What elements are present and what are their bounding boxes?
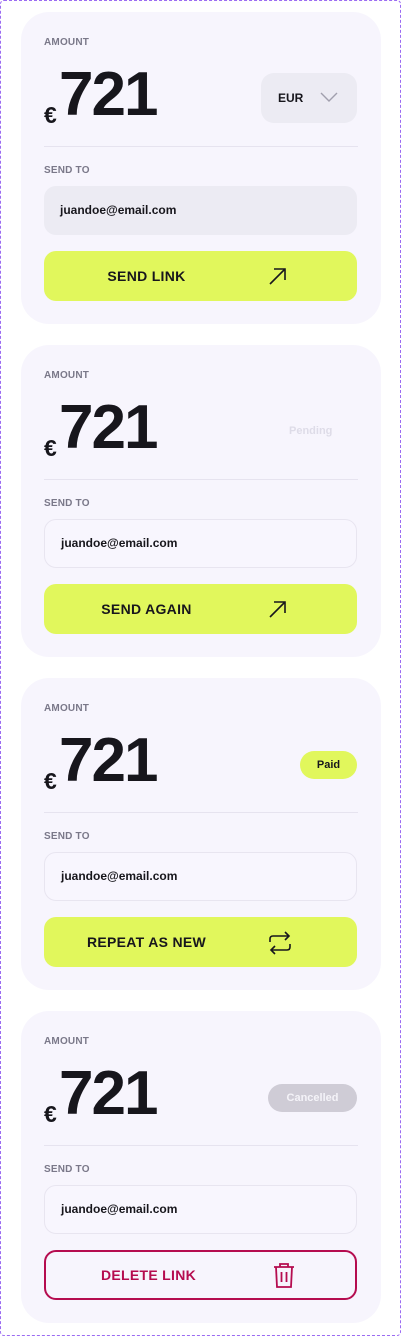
- send-again-button[interactable]: SEND AGAIN: [44, 584, 357, 634]
- payment-link-card-pending: AMOUNT € 721 Pending SEND TO juandoe@ema…: [21, 345, 381, 657]
- chevron-down-icon: [320, 92, 338, 102]
- currency-select-value: EUR: [278, 91, 304, 105]
- email-field[interactable]: juandoe@email.com: [44, 186, 357, 235]
- divider: [44, 812, 358, 813]
- send-to-label: SEND TO: [44, 1164, 90, 1175]
- send-link-button-label: SEND LINK: [107, 268, 186, 284]
- send-again-button-label: SEND AGAIN: [101, 601, 192, 617]
- payment-link-card-paid: AMOUNT € 721 Paid SEND TO juandoe@email.…: [21, 678, 381, 990]
- currency-symbol: €: [44, 102, 57, 128]
- divider: [44, 479, 358, 480]
- status-badge-paid: Paid: [300, 751, 357, 779]
- send-link-button[interactable]: SEND LINK: [44, 251, 357, 301]
- email-field[interactable]: juandoe@email.com: [44, 852, 357, 901]
- divider: [44, 1145, 358, 1146]
- amount-value[interactable]: 721: [59, 64, 158, 126]
- repeat-icon: [269, 931, 291, 955]
- send-to-label: SEND TO: [44, 498, 90, 509]
- currency-select[interactable]: EUR: [261, 73, 357, 123]
- send-to-label: SEND TO: [44, 831, 90, 842]
- status-badge-pending: Pending: [289, 425, 333, 437]
- amount-value: 721: [59, 726, 158, 795]
- delete-link-button[interactable]: DELETE LINK: [44, 1250, 357, 1300]
- amount-value: 721: [59, 393, 158, 462]
- arrow-up-right-icon: [269, 601, 286, 618]
- amount-value: 721: [59, 1059, 158, 1128]
- amount-label: AMOUNT: [44, 1036, 90, 1047]
- delete-link-button-label: DELETE LINK: [100, 1267, 197, 1283]
- arrow-up-right-icon: [269, 268, 286, 285]
- repeat-as-new-button-label: REPEAT AS NEW: [86, 934, 207, 950]
- trash-icon: [274, 1263, 294, 1288]
- send-to-label: SEND TO: [44, 165, 90, 176]
- currency-symbol: €: [44, 768, 57, 794]
- amount-label: AMOUNT: [44, 703, 90, 714]
- divider: [44, 146, 358, 147]
- currency-symbol: €: [44, 435, 57, 461]
- amount-label: AMOUNT: [44, 370, 90, 381]
- repeat-as-new-button[interactable]: REPEAT AS NEW: [44, 917, 357, 967]
- payment-link-card-cancelled: AMOUNT € 721 Cancelled SEND TO juandoe@e…: [21, 1011, 381, 1323]
- email-field[interactable]: juandoe@email.com: [44, 519, 357, 568]
- status-badge-cancelled: Cancelled: [268, 1084, 357, 1112]
- payment-link-card-new: AMOUNT € 721 EUR SEND TO juandoe@email.c…: [21, 12, 381, 324]
- currency-symbol: €: [44, 1101, 57, 1127]
- amount-label: AMOUNT: [44, 37, 90, 48]
- email-field[interactable]: juandoe@email.com: [44, 1185, 357, 1234]
